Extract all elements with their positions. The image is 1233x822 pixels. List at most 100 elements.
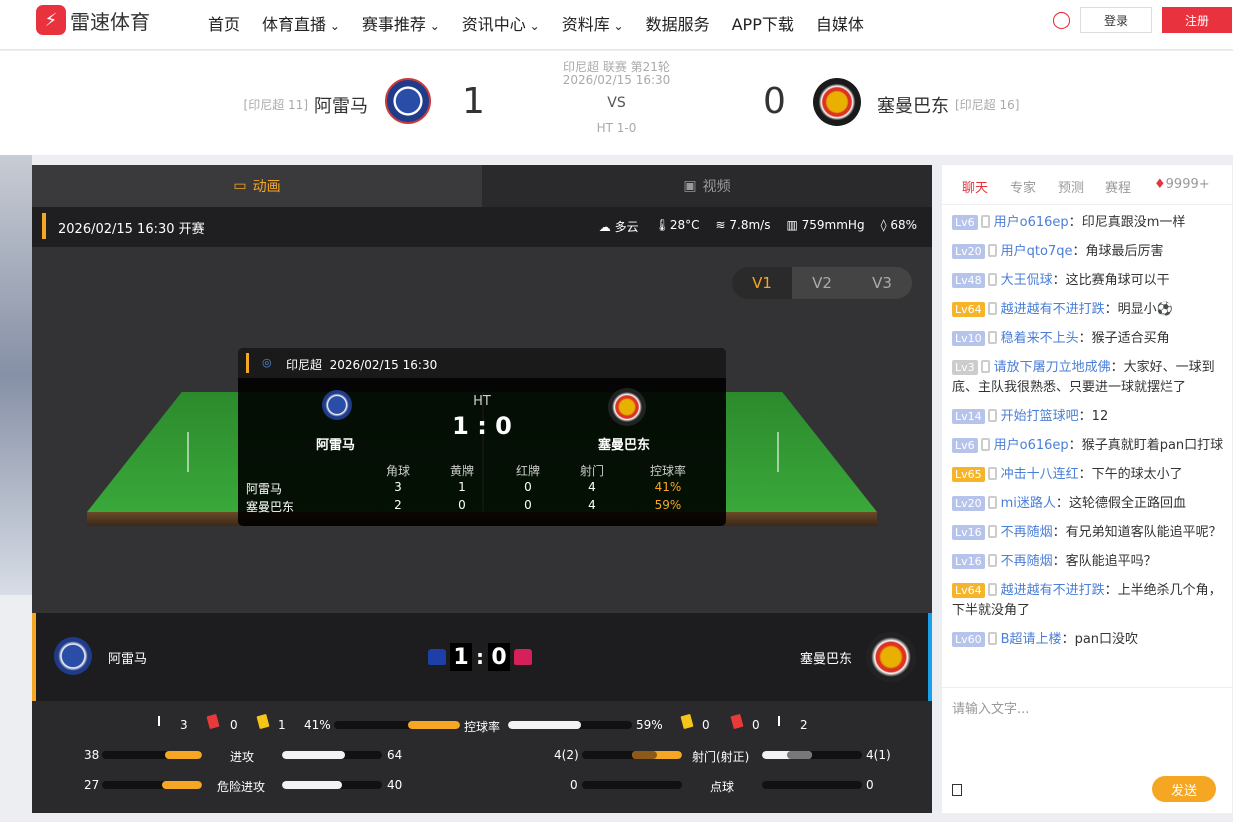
emoji-icon[interactable]: [952, 784, 962, 796]
summary-cell: 0: [524, 480, 532, 494]
chat-username[interactable]: 用户o616ep: [994, 215, 1069, 230]
main-menu: 首页 体育直播 ⌄ 赛事推荐 ⌄ 资讯中心 ⌄ 资料库 ⌄ 数据服务 APP下载 自媒体: [208, 11, 886, 35]
menu-item-label: 资料库: [561, 15, 610, 34]
summary-cell: 4: [588, 480, 596, 494]
tab-predictions[interactable]: 预测: [1058, 177, 1084, 196]
chat-username[interactable]: 大王侃球: [1001, 273, 1053, 288]
summary-header-cell: 射门: [579, 464, 604, 478]
thermometer-icon: 🌡: [654, 218, 670, 232]
level-badge: Lv14: [952, 409, 985, 424]
logo-text: 雷速体育: [70, 9, 150, 34]
away-penalty-bar: [762, 781, 862, 789]
version-v2[interactable]: V2: [792, 267, 852, 299]
temp-text: 28°C: [669, 218, 700, 232]
register-button[interactable]: 注册: [1162, 7, 1232, 33]
home-corner-count: 3: [180, 718, 188, 732]
chat-text: 猴子适合买角: [1091, 331, 1170, 346]
chat-panel: 聊天 专家 预测 赛程 ♦9999+ Lv6 用户o616ep：印尼真跟没m一样 L…: [942, 165, 1232, 813]
logo[interactable]: ⚡ 雷速体育: [36, 5, 150, 35]
weather-info: ☁ 多云 🌡28°C ≋ 7.8m/s ▥ 759mmHg ◊ 68%: [599, 218, 917, 235]
attack-label: 进攻: [230, 750, 255, 764]
level-badge: Lv16: [952, 525, 985, 540]
home-penalty: 0: [570, 778, 578, 792]
separator: ：: [1072, 244, 1086, 259]
phone-icon: [987, 583, 997, 596]
match-datetime: 2026/02/15 16:30: [562, 73, 671, 87]
chat-username[interactable]: 不再随烟: [1001, 554, 1053, 569]
kickoff-status: 2026/02/15 16:30 开赛: [58, 222, 205, 237]
scorebar-colon: :: [476, 645, 484, 669]
menu-item[interactable]: 体育直播 ⌄: [262, 11, 340, 35]
menu-item[interactable]: 自媒体: [816, 11, 864, 35]
tab-experts[interactable]: 专家: [1010, 177, 1036, 196]
live-panel: ▭ 动画 ▣ 视频 2026/02/15 16:30 开赛 ☁ 多云 🌡28°C ≋…: [32, 165, 932, 813]
scorebar-home-score: 1: [450, 643, 472, 671]
level-badge: Lv20: [952, 244, 985, 259]
home-attack-bar: [102, 751, 202, 759]
chat-username[interactable]: 越进越有不进打跌: [1001, 583, 1105, 598]
chat-username[interactable]: 不再随烟: [1001, 525, 1053, 540]
droplet-icon: ◊: [880, 218, 891, 232]
chat-username[interactable]: 越进越有不进打跌: [1001, 302, 1105, 317]
online-count-text: 9999+: [1165, 177, 1210, 192]
away-crest-icon[interactable]: [813, 78, 861, 126]
summary-cell: 41%: [654, 480, 682, 494]
menu-item-label: 赛事推荐: [361, 15, 426, 34]
chat-text: 猴子真就盯着pan口打球: [1081, 438, 1224, 453]
summary-cell: 0: [458, 498, 466, 512]
menu-item[interactable]: 首页: [208, 11, 240, 35]
away-shots-bar: [762, 751, 862, 759]
menu-item-label: 资讯中心: [461, 15, 526, 34]
summary-row: 阿雷马 3 1 0 4 41%: [238, 480, 726, 498]
summary-score: 1 : 0: [452, 412, 512, 440]
accent-marker: [246, 353, 249, 373]
separator: ：: [1104, 302, 1118, 317]
menu-item[interactable]: APP下载: [732, 11, 794, 35]
chat-username[interactable]: 用户qto7qe: [1001, 244, 1073, 259]
chat-input[interactable]: 请输入文字...: [952, 698, 1029, 717]
menu-item[interactable]: 资料库 ⌄: [562, 11, 624, 35]
summary-row: 塞曼巴东 2 0 0 4 59%: [238, 498, 726, 516]
menu-item[interactable]: 资讯中心 ⌄: [462, 11, 540, 35]
chat-username[interactable]: 稳着来不上头: [1001, 331, 1079, 346]
menu-item[interactable]: 赛事推荐 ⌄: [362, 11, 440, 35]
chat-input-area[interactable]: 请输入文字... 发送: [942, 687, 1232, 813]
tab-schedule[interactable]: 赛程: [1105, 177, 1131, 196]
pressure-item: ▥ 759mmHg: [786, 218, 864, 235]
chat-username[interactable]: mi迷路人: [1001, 496, 1056, 511]
level-badge: Lv65: [952, 467, 985, 482]
danger-label: 危险进攻: [217, 780, 266, 794]
home-crest-icon: [54, 637, 92, 675]
chat-username[interactable]: 用户o616ep: [994, 438, 1069, 453]
summary-datetime: 2026/02/15 16:30: [329, 358, 438, 372]
possession-label: 控球率: [464, 720, 501, 734]
match-header: [印尼超 11] 阿雷马 1 印尼超 联赛 第21轮 2026/02/15 16…: [0, 51, 1233, 155]
version-v1[interactable]: V1: [732, 267, 792, 299]
tab-video[interactable]: ▣ 视频: [482, 165, 932, 207]
phone-icon: [980, 215, 990, 228]
chat-message: Lv64 越进越有不进打跌：上半绝杀几个角，下半就没角了: [952, 581, 1228, 621]
chat-message: Lv6 用户o616ep：印尼真跟没m一样: [952, 213, 1228, 233]
chat-username[interactable]: 开始打篮球吧: [1001, 409, 1079, 424]
chat-username[interactable]: B超请上楼: [1001, 632, 1062, 647]
pressure-icon: ▥: [786, 218, 802, 232]
separator: ：: [1052, 273, 1066, 288]
chat-username[interactable]: 冲击十八连红: [1001, 467, 1079, 482]
login-button[interactable]: 登录: [1080, 7, 1152, 33]
send-button[interactable]: 发送: [1152, 776, 1216, 802]
chat-messages[interactable]: Lv6 用户o616ep：印尼真跟没m一样 Lv20 用户qto7qe：角球最后厉害 L…: [952, 213, 1228, 659]
away-score: 0: [763, 81, 786, 122]
version-v3[interactable]: V3: [852, 267, 912, 299]
user-icon[interactable]: ◯: [1052, 10, 1071, 30]
home-shirt-icon: [428, 649, 446, 665]
home-shots-on-fill: [632, 751, 657, 759]
away-goal-line: [777, 432, 779, 472]
flame-icon: ♦: [1154, 177, 1166, 192]
tab-chat[interactable]: 聊天: [962, 177, 988, 196]
away-rank: [印尼超 16]: [955, 98, 1020, 112]
chat-username[interactable]: 请放下屠刀立地成佛: [994, 360, 1111, 375]
tab-animation[interactable]: ▭ 动画: [32, 165, 482, 207]
away-team-name[interactable]: 塞曼巴东: [877, 92, 949, 118]
menu-item[interactable]: 数据服务: [646, 11, 710, 35]
away-danger-bar: [282, 781, 382, 789]
